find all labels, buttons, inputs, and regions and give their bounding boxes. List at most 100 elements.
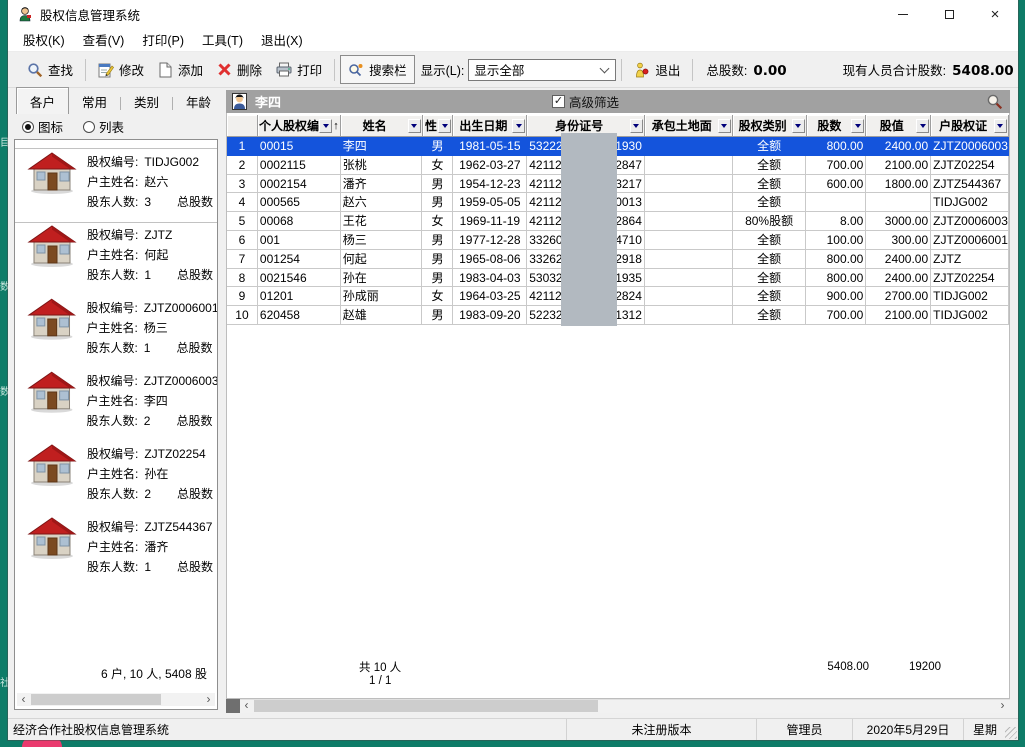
household-item[interactable]: 股权编号:ZJTZ02254 户主姓名:孙在 股东人数:2总股数 — [15, 441, 217, 514]
menu-item[interactable]: 股权(K) — [14, 27, 74, 52]
maximize-button[interactable] — [926, 0, 972, 28]
table-horizontal-scrollbar[interactable]: ‹ › — [226, 699, 1010, 713]
cell-sharetype: 80%股额 — [733, 212, 807, 231]
cell-birthdate: 1964-03-25 — [453, 287, 527, 306]
menu-item[interactable]: 查看(V) — [74, 27, 134, 52]
cell-sharetype: 全额 — [733, 269, 807, 288]
minimize-button[interactable] — [880, 0, 926, 28]
cell-cert: ZJTZ02254 — [931, 156, 1009, 175]
filter-dropdown-icon[interactable] — [718, 119, 731, 133]
column-header-birthdate[interactable]: 出生日期 — [453, 115, 527, 137]
household-code-line: 股权编号:ZJTZ02254 — [87, 444, 213, 464]
magnifier-icon[interactable] — [986, 93, 1003, 110]
table-row[interactable]: 8 0021546 孙在 男 1983-04-03 530321935 全额 8… — [227, 269, 1009, 288]
cell-cert: TIDJG002 — [931, 193, 1009, 212]
cell-birthdate: 1983-09-20 — [453, 306, 527, 325]
cell-code: 01201 — [258, 287, 341, 306]
cell-sex: 男 — [422, 269, 453, 288]
filter-dropdown-icon[interactable] — [630, 119, 643, 133]
household-item[interactable]: 股权编号:TIDJG002 户主姓名:赵六 股东人数:3总股数 — [15, 149, 217, 222]
filter-dropdown-icon[interactable] — [792, 119, 805, 133]
filter-dropdown-icon[interactable] — [408, 119, 421, 133]
print-button[interactable]: 打印 — [269, 56, 329, 83]
filter-dropdown-icon[interactable] — [994, 119, 1007, 133]
resize-grip[interactable] — [1005, 727, 1017, 739]
cell-name: 王花 — [341, 212, 423, 231]
scrollbar-thumb[interactable] — [31, 694, 161, 705]
add-button[interactable]: 添加 — [151, 56, 210, 83]
filter-dropdown-icon[interactable] — [916, 119, 929, 133]
tab-age[interactable]: 年龄 — [173, 88, 224, 114]
column-header-sharetype[interactable]: 股权类别 — [733, 115, 807, 137]
cell-shares: 800.00 — [806, 269, 866, 288]
searchbar-toggle-button[interactable]: 搜索栏 — [340, 55, 415, 84]
checkbox-checked-icon[interactable]: ✓ — [552, 95, 565, 108]
advanced-filter[interactable]: ✓ 高级筛选 — [552, 92, 619, 111]
table-row[interactable]: 10 620458 赵雄 男 1983-09-20 522321312 全额 7… — [227, 306, 1009, 325]
household-code-line: 股权编号:TIDJG002 — [87, 152, 213, 172]
current-shares-stat: 现有人员合计股数: 5408.00 — [843, 60, 1014, 79]
cell-code: 001254 — [258, 250, 341, 269]
tab-households[interactable]: 各户 — [16, 87, 69, 114]
table-row[interactable]: 3 0002154 潘齐 男 1954-12-23 421123217 全额 6… — [227, 175, 1009, 194]
cell-name: 赵雄 — [341, 306, 423, 325]
filter-dropdown-icon[interactable] — [512, 119, 525, 133]
table-row[interactable]: 1 00015 李四 男 1981-05-15 532221930 全额 800… — [227, 137, 1009, 156]
delete-button[interactable]: 删除 — [210, 56, 269, 83]
page-indicator: 1 / 1 — [369, 675, 391, 687]
column-header-sharevalue[interactable]: 股值 — [866, 115, 931, 137]
house-icon — [27, 298, 76, 340]
column-header-code[interactable]: 个人股权编↑ — [258, 115, 341, 137]
scroll-left-icon[interactable]: ‹ — [17, 694, 30, 705]
exit-button[interactable]: 退出 — [627, 56, 687, 83]
menu-item[interactable]: 打印(P) — [133, 27, 193, 52]
scrollbar-thumb[interactable] — [254, 700, 598, 712]
scroll-right-icon[interactable]: › — [202, 694, 215, 705]
display-filter-select[interactable]: 显示全部 — [468, 59, 616, 81]
house-icon — [27, 371, 76, 413]
tab-category[interactable]: 类别 — [121, 88, 172, 114]
selected-person-name: 李四 — [255, 92, 281, 111]
filter-dropdown-icon[interactable] — [438, 119, 451, 133]
column-header-cert[interactable]: 户股权证 — [931, 115, 1009, 137]
cell-sharetype: 全额 — [733, 231, 807, 250]
radio-icon-view[interactable]: 图标 — [22, 117, 63, 136]
household-item[interactable]: 股权编号:ZJTZ0006003 户主姓名:李四 股东人数:2总股数 — [15, 368, 217, 441]
household-item[interactable]: 股权编号:ZJTZ544367 户主姓名:潘齐 股东人数:1总股数 — [15, 514, 217, 587]
household-item[interactable]: 股权编号:ZJTZ0006001 户主姓名:杨三 股东人数:1总股数 — [15, 295, 217, 368]
column-header-shares[interactable]: 股数 — [807, 115, 867, 137]
scroll-left-icon[interactable]: ‹ — [240, 700, 253, 711]
table-row[interactable]: 7 001254 何起 男 1965-08-06 332622918 全额 80… — [227, 250, 1009, 269]
find-button[interactable]: 查找 — [20, 56, 80, 83]
table-row[interactable]: 6 001 杨三 男 1977-12-28 332604710 全额 100.0… — [227, 231, 1009, 250]
column-header-rownum[interactable] — [227, 115, 258, 137]
searchbar-icon — [348, 62, 364, 77]
column-header-sex[interactable]: 性 — [423, 115, 454, 137]
table-row[interactable]: 5 00068 王花 女 1969-11-19 421122864 80%股额 … — [227, 212, 1009, 231]
household-item[interactable]: 股权编号:ZJTZ 户主姓名:何起 股东人数:1总股数 — [15, 222, 217, 295]
total-shares-value: 0.00 — [753, 63, 786, 79]
cell-rownum: 5 — [227, 212, 258, 231]
table-row[interactable]: 9 01201 孙成丽 女 1964-03-25 421122824 全额 90… — [227, 287, 1009, 306]
cell-birthdate: 1954-12-23 — [453, 175, 527, 194]
cell-land — [645, 175, 733, 194]
chevron-down-icon — [600, 63, 610, 73]
cell-name: 孙在 — [341, 269, 423, 288]
filter-dropdown-icon[interactable] — [851, 119, 864, 133]
menu-item[interactable]: 工具(T) — [193, 27, 252, 52]
cell-sex: 男 — [422, 193, 453, 212]
menu-item[interactable]: 退出(X) — [252, 27, 312, 52]
table-row[interactable]: 2 0002115 张桃 女 1962-03-27 421122847 全额 7… — [227, 156, 1009, 175]
scrollbar-corner — [226, 699, 240, 713]
radio-list-view[interactable]: 列表 — [83, 117, 124, 136]
scroll-right-icon[interactable]: › — [996, 700, 1009, 711]
sidebar-horizontal-scrollbar[interactable]: ‹ › — [17, 693, 215, 706]
filter-dropdown-icon[interactable] — [319, 119, 332, 133]
column-header-name[interactable]: 姓名 — [341, 115, 423, 137]
modify-button[interactable]: 修改 — [91, 56, 151, 83]
table-row[interactable]: 4 000565 赵六 男 1959-05-05 421120013 全额 TI… — [227, 193, 1009, 212]
column-header-land[interactable]: 承包土地面 — [645, 115, 733, 137]
close-button[interactable]: × — [972, 0, 1018, 28]
tab-common[interactable]: 常用 — [69, 88, 120, 114]
household-code-line: 股权编号:ZJTZ544367 — [87, 517, 213, 537]
